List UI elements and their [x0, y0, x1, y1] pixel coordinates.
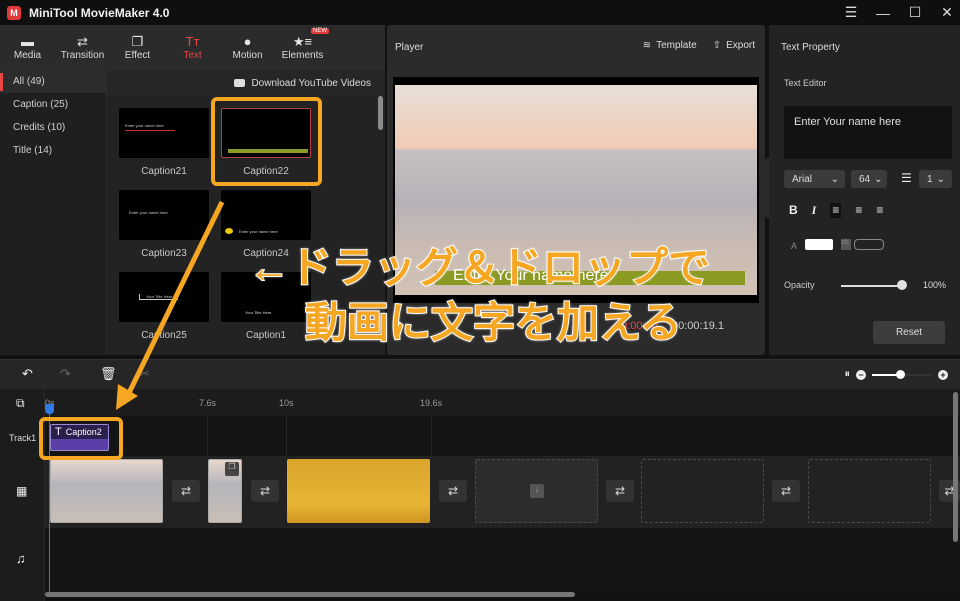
arrow-line: [125, 200, 225, 397]
annotation-line2: 動画に文字を加える: [304, 299, 683, 346]
arrow-head: [116, 384, 138, 410]
annotation-line1: ←ドラッグ＆ドロップで: [247, 244, 711, 291]
